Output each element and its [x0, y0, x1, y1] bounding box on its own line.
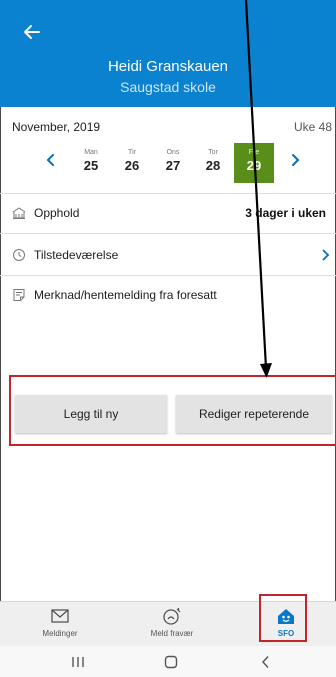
app-header: Heidi Granskauen Saugstad skole: [0, 0, 336, 107]
report-absence-icon: [163, 608, 181, 625]
back-arrow-icon[interactable]: [20, 20, 44, 44]
building-icon: [12, 207, 26, 219]
day-name: Man: [84, 149, 98, 156]
day-date: 27: [165, 158, 181, 173]
day-date: 28: [205, 158, 221, 173]
prev-week-chevron-icon[interactable]: [44, 153, 58, 167]
divider: [0, 233, 336, 234]
stay-row: Opphold 3 dager i uken: [0, 195, 336, 231]
day-friday-selected[interactable]: Fre 29: [234, 143, 274, 183]
attendance-label: Tilstedeværelse: [34, 248, 119, 262]
next-week-chevron-icon[interactable]: [288, 153, 302, 167]
note-row[interactable]: Merknad/hentemelding fra foresatt: [0, 277, 336, 313]
sfo-highlight-box: [259, 594, 307, 642]
stay-value: 3 dager i uken: [245, 206, 326, 220]
student-name: Heidi Granskauen: [107, 58, 229, 75]
divider: [0, 275, 336, 276]
clock-icon: [13, 249, 25, 261]
nav-messages[interactable]: Meldinger: [10, 602, 110, 646]
day-name: Fre: [248, 149, 260, 156]
edit-recurring-button[interactable]: Rediger repeterende: [176, 395, 332, 433]
day-date: 29: [246, 158, 262, 173]
day-name: Tir: [128, 149, 136, 156]
day-date: 26: [124, 158, 140, 173]
day-thursday[interactable]: Tor 28: [193, 143, 233, 183]
attendance-row[interactable]: Tilstedeværelse: [0, 237, 336, 273]
day-date: 25: [83, 158, 99, 173]
add-new-button[interactable]: Legg til ny: [15, 395, 167, 433]
recent-apps-icon[interactable]: [70, 655, 86, 669]
system-nav-bar: [0, 646, 336, 677]
day-name: Ons: [166, 149, 180, 156]
week-label: Uke 48: [293, 120, 332, 134]
chevron-right-icon: [322, 249, 330, 261]
note-icon: [13, 289, 25, 301]
day-wednesday[interactable]: Ons 27: [153, 143, 193, 183]
month-label: November, 2019: [12, 120, 101, 134]
nav-label: Meld fravær: [150, 629, 194, 638]
day-tuesday[interactable]: Tir 26: [112, 143, 152, 183]
note-label: Merknad/hentemelding fra foresatt: [34, 288, 217, 302]
nav-label: Meldinger: [42, 629, 78, 638]
day-name: Tor: [208, 149, 218, 156]
day-monday[interactable]: Man 25: [71, 143, 111, 183]
divider: [0, 193, 336, 194]
envelope-icon: [51, 609, 69, 623]
nav-report-absence[interactable]: Meld fravær: [122, 602, 222, 646]
school-name: Saugstad skole: [120, 79, 216, 95]
system-back-icon[interactable]: [258, 655, 274, 669]
stay-label: Opphold: [34, 206, 80, 220]
home-icon[interactable]: [163, 655, 179, 669]
